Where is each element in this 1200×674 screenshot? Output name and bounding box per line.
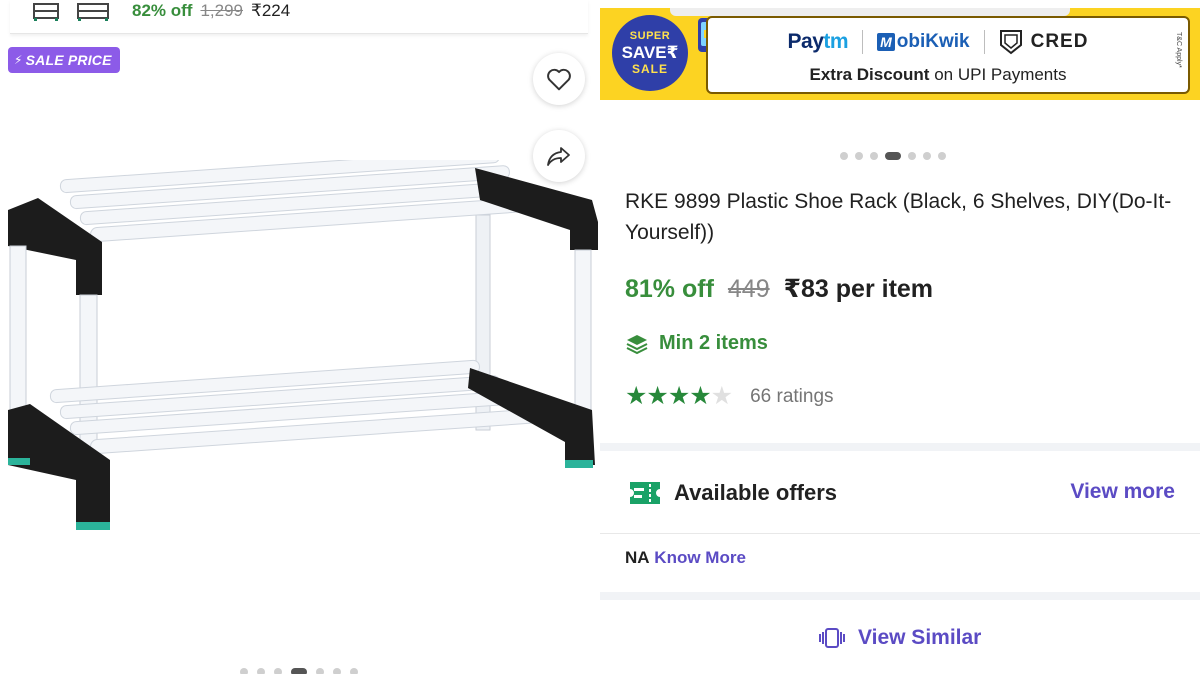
cred-logo-text: CRED (1030, 31, 1089, 52)
available-offers-title: Available offers (674, 480, 838, 505)
original-price: 449 (727, 275, 770, 303)
offer-rest-text: on UPI Payments (929, 65, 1067, 84)
sale-price-badge: ⚡ SALE PRICE (8, 47, 120, 73)
similar-cards-icon (819, 628, 845, 648)
min-quantity-note: Min 2 items (625, 332, 768, 355)
product-image[interactable] (0, 160, 600, 540)
banner-carousel-indicator (840, 152, 946, 160)
listing-thumbnails (33, 3, 109, 21)
tnc-text: T&C Apply* (1175, 32, 1182, 68)
sale-badge-label: SALE PRICE (25, 52, 112, 68)
mobikwik-logo: MobiKwik (877, 31, 970, 53)
ratings-count: 66 ratings (750, 385, 834, 407)
layers-icon (626, 334, 648, 354)
know-more-link[interactable]: Know More (654, 548, 746, 567)
offer-bold-text: Extra Discount (809, 65, 930, 84)
view-more-link[interactable]: View more (1070, 480, 1175, 504)
product-title: RKE 9899 Plastic Shoe Rack (Black, 6 She… (625, 190, 1172, 244)
product-image-panel: 82% off 1,299 ₹224 ⚡ SALE PRICE (0, 0, 600, 674)
logo-divider (983, 30, 985, 54)
upi-offer-card: Paytm MobiKwik CRED Extra Discount on UP… (706, 16, 1190, 94)
heart-icon (547, 68, 571, 91)
bolt-icon: ⚡ (14, 53, 23, 67)
super-saver-sale-badge: SUPER SAVE₹ SALE (612, 15, 688, 91)
offers-divider (600, 533, 1200, 534)
banner-top-tab (670, 8, 1070, 16)
related-listing-price: 82% off 1,299 ₹224 (132, 1, 290, 21)
upi-offer-text: Extra Discount on UPI Payments (708, 65, 1168, 85)
view-similar-button[interactable]: View Similar (818, 626, 981, 650)
min-quantity-text: Min 2 items (659, 332, 768, 354)
payment-partner-logos: Paytm MobiKwik CRED (708, 29, 1168, 55)
paytm-logo: Paytm (787, 30, 849, 53)
payment-offer-banner[interactable]: SUPER SAVE₹ SALE Paytm MobiKwik CRED Ext… (600, 8, 1200, 100)
super-text: SUPER (629, 30, 671, 42)
cred-shield-icon (999, 30, 1022, 55)
cred-logo: CRED (999, 29, 1089, 55)
section-divider (600, 592, 1200, 600)
view-similar-label: View Similar (858, 626, 982, 649)
related-discount: 82% off (132, 1, 193, 20)
final-price: ₹83 per item (783, 275, 934, 303)
wishlist-button[interactable] (533, 53, 585, 105)
image-carousel-indicator (240, 668, 358, 674)
logo-divider (862, 30, 864, 54)
ticket-icon (630, 482, 660, 504)
section-divider (600, 443, 1200, 451)
product-details-panel: SUPER SAVE₹ SALE Paytm MobiKwik CRED Ext… (600, 0, 1200, 674)
discount-percent: 81% off (625, 275, 714, 303)
product-price-row: 81% off 449 ₹83 per item (625, 274, 933, 304)
star-rating: ★★★★★ (625, 382, 733, 410)
rating-row[interactable]: ★★★★★ 66 ratings (625, 384, 834, 409)
related-listing-strip[interactable]: 82% off 1,299 ₹224 (10, 0, 588, 34)
offer-na-label: NA (625, 548, 650, 567)
related-price: ₹224 (251, 1, 291, 20)
saver-text: SAVE₹ (621, 43, 679, 62)
sale-text: SALE (631, 62, 668, 76)
offer-note: NA Know More (625, 548, 746, 568)
related-mrp: 1,299 (200, 1, 244, 20)
available-offers-row[interactable]: Available offers View more (600, 455, 1200, 531)
